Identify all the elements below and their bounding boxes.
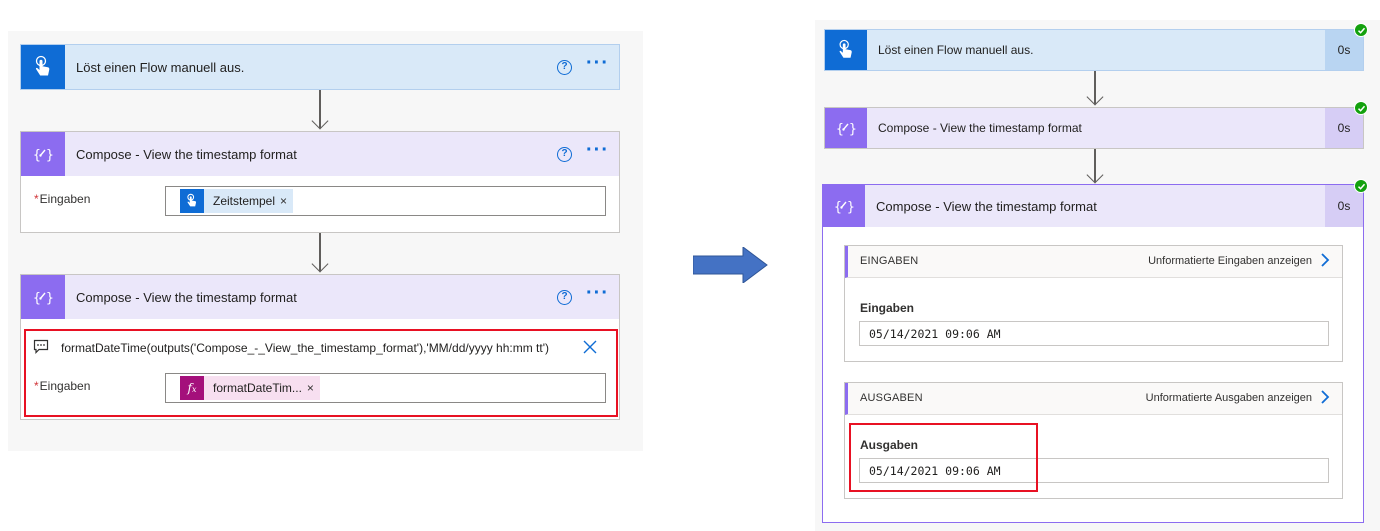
run-compose-card-2-header[interactable]: {} Compose - View the timestamp format 0…: [823, 185, 1363, 227]
transition-arrow-icon: [692, 246, 768, 288]
run-trigger-card-title: Löst einen Flow manuell aus.: [878, 43, 1034, 57]
compose-card-2-title: Compose - View the timestamp format: [76, 289, 297, 305]
help-icon[interactable]: ?: [557, 59, 573, 75]
compose-card-1-title: Compose - View the timestamp format: [76, 146, 297, 162]
svg-text:}: }: [849, 122, 857, 137]
run-trigger-card-header[interactable]: Löst einen Flow manuell aus. 0s: [825, 30, 1363, 70]
trigger-card-header[interactable]: Löst einen Flow manuell aus. ? ···: [21, 45, 619, 89]
compose-icon: {}: [21, 275, 65, 319]
inputs-label: Eingaben: [860, 301, 915, 315]
success-check-icon: [1354, 101, 1368, 115]
compose-card-1-header[interactable]: {} Compose - View the timestamp format ?…: [21, 132, 619, 176]
compose-icon: {}: [825, 108, 867, 148]
compose-card-1[interactable]: {} Compose - View the timestamp format ?…: [20, 131, 620, 233]
inputs-section-title: EINGABEN: [860, 255, 919, 267]
compose-card-2-header[interactable]: {} Compose - View the timestamp format ?…: [21, 275, 619, 319]
highlight-box: [24, 329, 618, 417]
run-trigger-card[interactable]: Löst einen Flow manuell aus. 0s: [824, 29, 1364, 71]
svg-text:}: }: [46, 148, 54, 163]
run-compose-card-1-title: Compose - View the timestamp format: [878, 121, 1082, 135]
dynamic-content-token[interactable]: Zeitstempel ×: [180, 189, 294, 213]
run-compose-card-1[interactable]: {} Compose - View the timestamp format 0…: [824, 107, 1364, 149]
show-raw-inputs-link[interactable]: Unformatierte Eingaben anzeigen: [1148, 255, 1312, 267]
success-check-icon: [1354, 23, 1368, 37]
help-icon[interactable]: ?: [557, 146, 573, 162]
success-check-icon: [1354, 179, 1368, 193]
svg-text:}: }: [46, 291, 54, 306]
inputs-field-label: *Eingaben: [34, 192, 91, 206]
more-options-icon[interactable]: ···: [586, 53, 609, 73]
help-icon[interactable]: ?: [557, 289, 573, 305]
compose-icon: {}: [823, 185, 865, 227]
svg-text:}: }: [847, 200, 855, 215]
more-options-icon[interactable]: ···: [586, 140, 609, 160]
run-compose-card-2-title: Compose - View the timestamp format: [876, 198, 1097, 214]
more-options-icon[interactable]: ···: [586, 283, 609, 303]
highlight-box: [849, 423, 1038, 492]
run-compose-card-1-header[interactable]: {} Compose - View the timestamp format 0…: [825, 108, 1363, 148]
inputs-section-header[interactable]: EINGABEN Unformatierte Eingaben anzeigen: [845, 246, 1342, 278]
outputs-section-header[interactable]: AUSGABEN Unformatierte Ausgaben anzeigen: [845, 383, 1342, 415]
chevron-right-icon[interactable]: [1320, 389, 1330, 410]
trigger-card[interactable]: Löst einen Flow manuell aus. ? ···: [20, 44, 620, 90]
inputs-section: EINGABEN Unformatierte Eingaben anzeigen…: [844, 245, 1343, 362]
outputs-section-title: AUSGABEN: [860, 392, 923, 404]
touch-icon: [825, 30, 867, 70]
trigger-card-title: Löst einen Flow manuell aus.: [76, 59, 245, 75]
compose-icon: {}: [21, 132, 65, 176]
token-label: Zeitstempel: [213, 194, 276, 208]
token-remove-icon[interactable]: ×: [280, 194, 293, 208]
show-raw-outputs-link[interactable]: Unformatierte Ausgaben anzeigen: [1146, 392, 1312, 404]
inputs-value: 05/14/2021 09:06 AM: [859, 321, 1329, 346]
inputs-field[interactable]: Zeitstempel ×: [165, 186, 606, 216]
touch-icon: [180, 189, 204, 213]
touch-icon: [21, 45, 65, 89]
chevron-right-icon[interactable]: [1320, 252, 1330, 273]
